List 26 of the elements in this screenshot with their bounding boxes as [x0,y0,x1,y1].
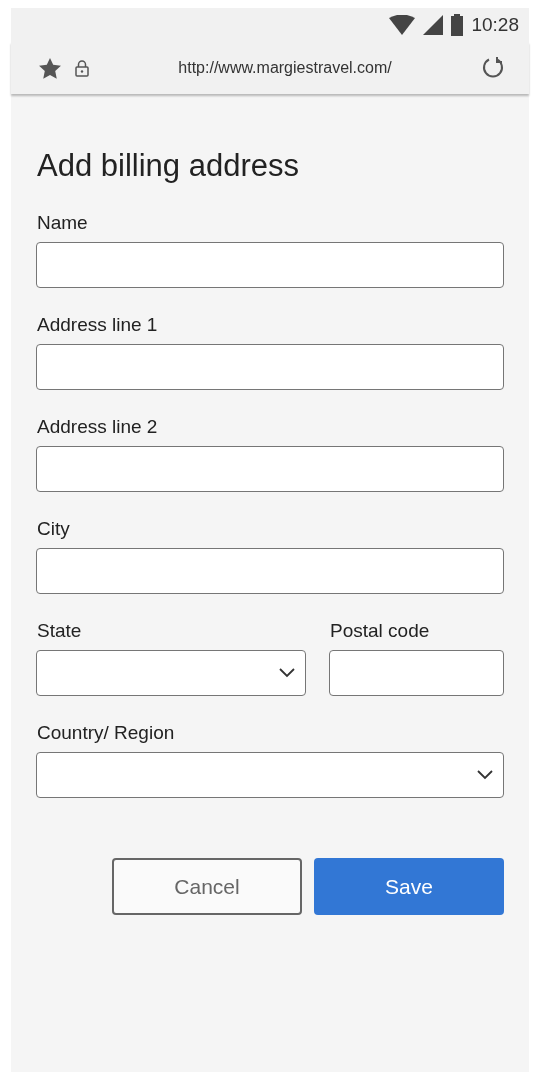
star-icon[interactable] [39,57,61,79]
input-field[interactable] [36,446,504,492]
field-label: Address line 2 [37,416,159,438]
field-label: City [37,518,71,540]
dropdown-field[interactable] [36,650,306,696]
input-field[interactable] [329,650,504,696]
lock-icon [75,59,89,77]
battery-icon [451,14,464,36]
page-title: Add billing address [37,148,300,184]
signal-icon [423,15,444,35]
refresh-icon[interactable] [481,56,505,80]
chevron-down-icon [477,770,493,780]
status-time: 10:28 [471,14,519,36]
field-label: Country/ Region [37,722,176,744]
field-label: Address line 1 [37,314,159,336]
input-field[interactable] [36,344,504,390]
dropdown-field[interactable] [36,752,504,798]
input-field[interactable] [36,242,504,288]
save-button[interactable]: Save [314,858,504,915]
input-field[interactable] [36,548,504,594]
field-label: Postal code [330,620,431,642]
chevron-down-icon [279,668,295,678]
cancel-button[interactable]: Cancel [112,858,302,915]
field-label: Name [37,212,89,234]
field-label: State [37,620,83,642]
wifi-icon [389,15,416,35]
